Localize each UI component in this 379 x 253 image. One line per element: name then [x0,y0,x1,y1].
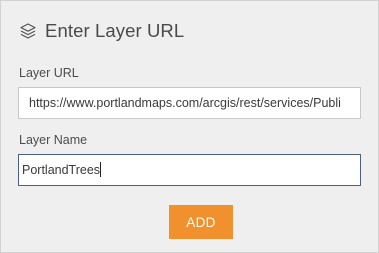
layer-name-value: PortlandTrees [22,163,101,177]
panel-header: Enter Layer URL [19,19,184,43]
layer-url-label: Layer URL [19,66,79,80]
text-cursor [100,162,102,177]
add-layer-panel: Enter Layer URL Layer URL https://www.po… [0,0,379,253]
add-button[interactable]: ADD [169,205,233,239]
layer-name-input[interactable]: PortlandTrees [18,154,361,186]
layer-url-value: https://www.portlandmaps.com/arcgis/rest… [29,96,341,110]
layer-url-input[interactable]: https://www.portlandmaps.com/arcgis/rest… [18,87,361,119]
layer-name-label: Layer Name [19,133,88,147]
layers-icon [19,22,37,40]
panel-title: Enter Layer URL [45,20,185,41]
